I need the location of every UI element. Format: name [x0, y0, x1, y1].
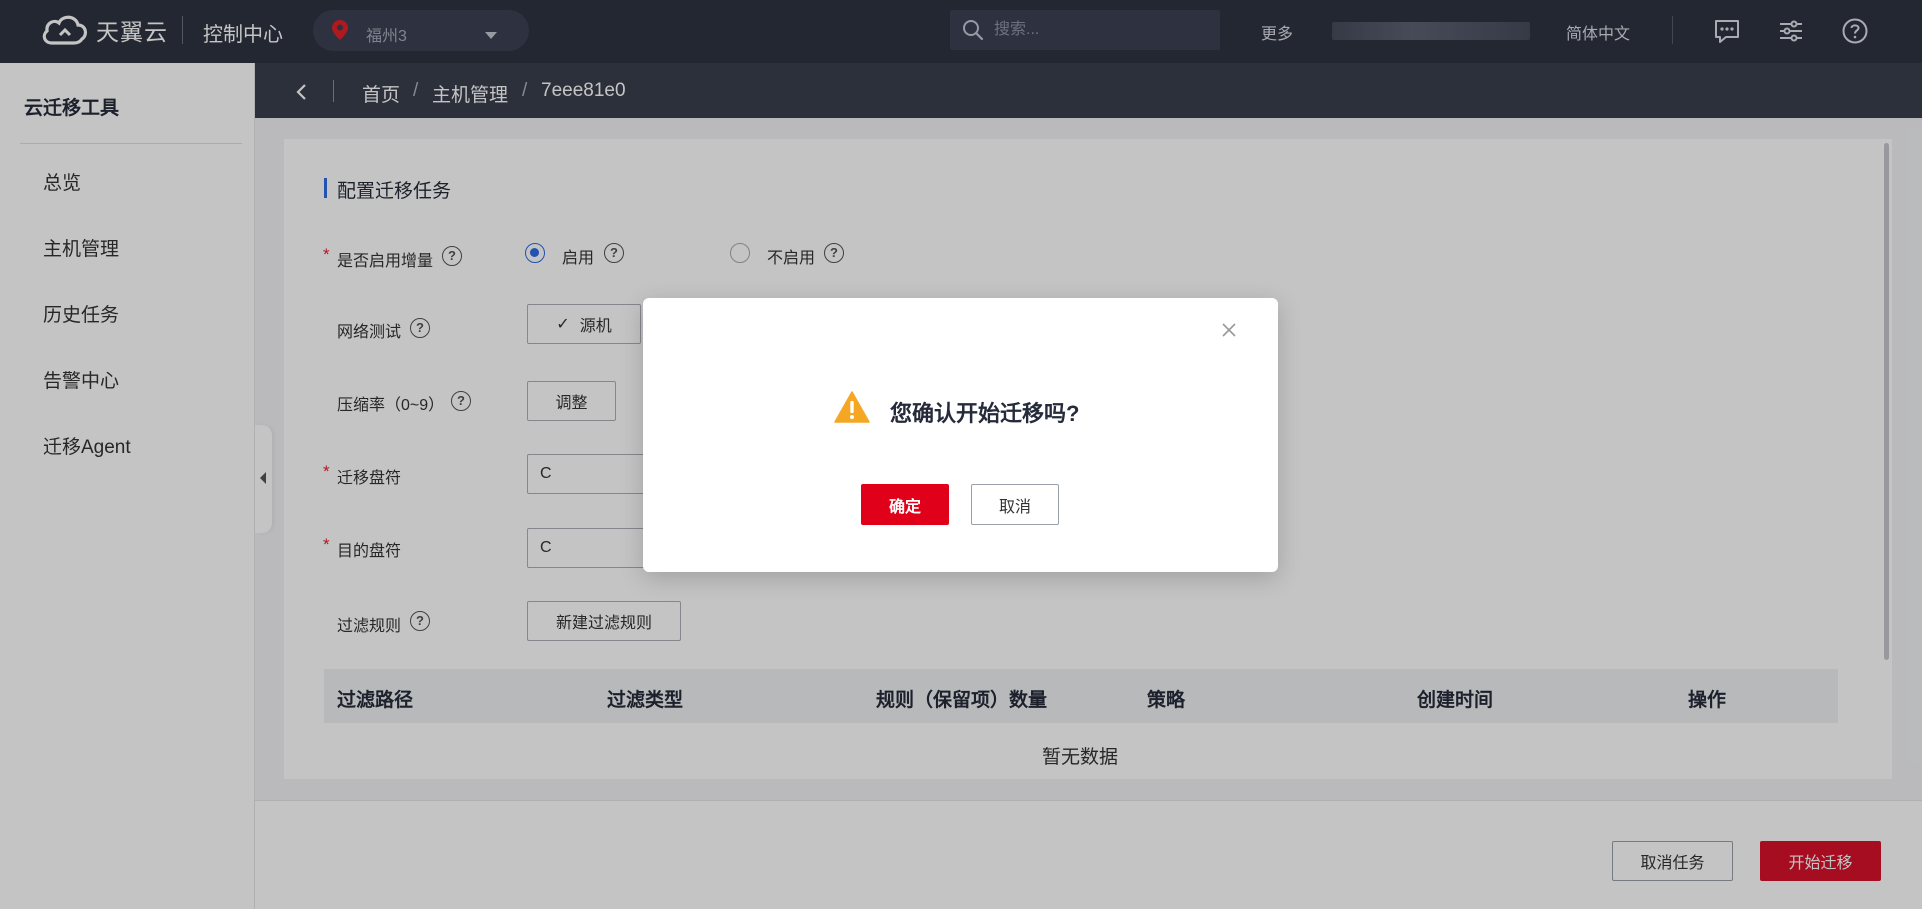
- dialog-cancel-button[interactable]: 取消: [971, 484, 1059, 525]
- confirm-button[interactable]: 确定: [861, 484, 949, 525]
- close-icon[interactable]: [1218, 319, 1240, 341]
- dialog-message: 您确认开始迁移吗?: [890, 401, 1080, 426]
- warning-icon: [834, 391, 870, 428]
- confirm-dialog: [643, 298, 1278, 572]
